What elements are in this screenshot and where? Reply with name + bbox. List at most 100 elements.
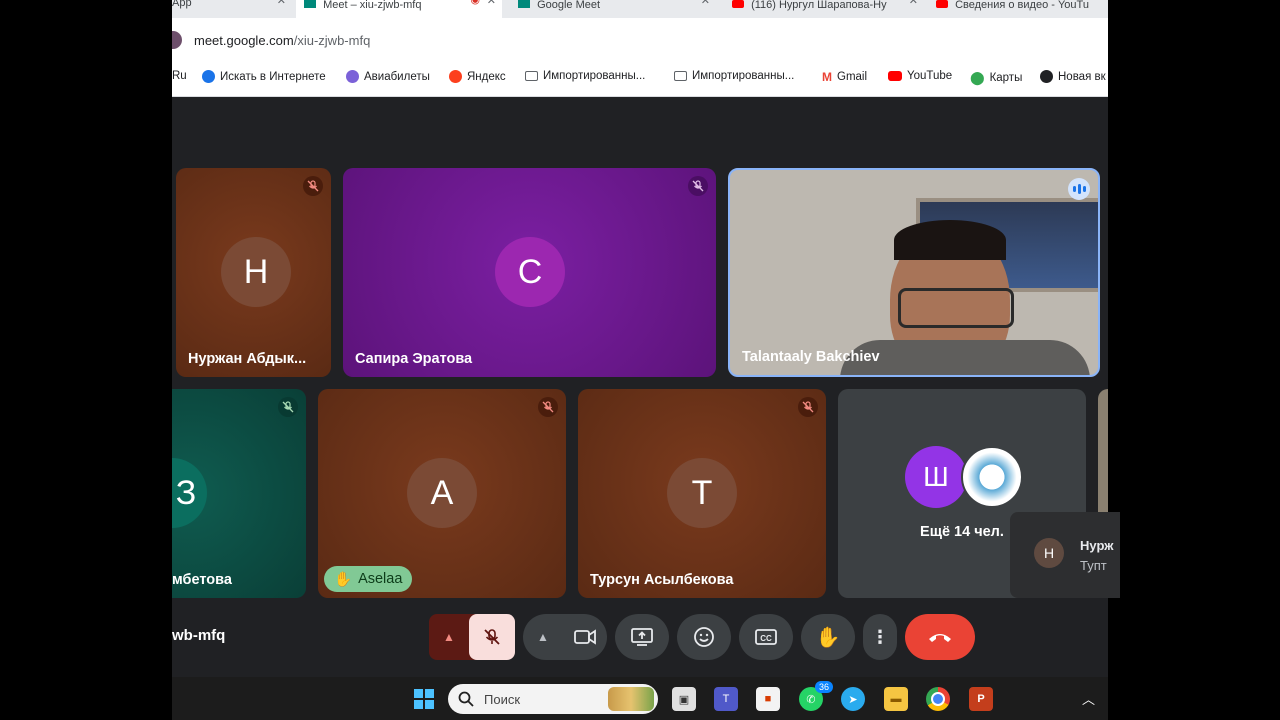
meet-icon xyxy=(518,0,530,8)
folder-icon xyxy=(674,71,687,81)
end-call-button[interactable] xyxy=(905,614,975,660)
office-glyph: ■ xyxy=(764,693,772,705)
powerpoint-icon[interactable]: P xyxy=(969,687,993,711)
meet-icon xyxy=(304,0,316,8)
youtube-icon xyxy=(936,0,948,8)
bookmark-folder-2[interactable]: Импортированны... xyxy=(674,70,794,82)
participant-name: Нуржан Абдык... xyxy=(188,351,307,367)
windows-taskbar: Поиск ▣ T ■ ✆ 36 ➤ ▬ P ︿ xyxy=(172,677,1108,720)
muted-mic-icon xyxy=(538,397,558,417)
participant-tile[interactable]: Н Нуржан Абдык... xyxy=(176,168,331,377)
tab-title: Google Meet xyxy=(537,0,601,11)
avatar: Н xyxy=(221,237,291,307)
bookmark-new[interactable]: Новая вк xyxy=(1040,70,1106,83)
raised-hand-badge: ✋ Aselaa xyxy=(324,566,413,592)
participant-tile[interactable]: Т Турсун Асылбекова xyxy=(578,389,826,598)
more-options-button[interactable]: ⋮ xyxy=(863,614,897,660)
bookmark-label: Яндекс xyxy=(467,70,506,83)
recording-icon: ◉ xyxy=(470,0,480,6)
participant-name: Talantaaly Bakchiev xyxy=(742,349,880,365)
tab-strip: App ✕ Meet – xiu-zjwb-mfq ◉ ✕ Google Mee… xyxy=(172,0,1108,18)
notification-avatar: Н xyxy=(1034,538,1064,568)
bookmark-search[interactable]: Искать в Интернете xyxy=(202,70,326,83)
participant-video-tile[interactable]: Talantaaly Bakchiev xyxy=(728,168,1100,377)
participant-tile[interactable]: З мбетова xyxy=(172,389,306,598)
speaker-glasses xyxy=(898,288,1014,328)
avatar: Ш xyxy=(905,446,967,508)
office-icon[interactable]: ■ xyxy=(756,687,780,711)
hand-icon: ✋ xyxy=(334,571,353,588)
taskbar-search[interactable]: Поиск xyxy=(448,684,658,714)
meet-stage: Н Нуржан Абдык... С Сапира Эратова Talan… xyxy=(172,97,1108,677)
bookmark-folder-1[interactable]: Импортированны... xyxy=(525,70,645,82)
telegram-icon[interactable]: ➤ xyxy=(841,687,865,711)
screen: App ✕ Meet – xiu-zjwb-mfq ◉ ✕ Google Mee… xyxy=(172,0,1108,720)
notification-card[interactable]: Н Нурж Тупт xyxy=(1010,512,1120,598)
tab-title: App xyxy=(172,0,192,9)
bookmark-label: Карты xyxy=(989,72,1023,84)
present-button[interactable] xyxy=(615,614,669,660)
close-icon[interactable]: ✕ xyxy=(909,0,918,7)
youtube-icon xyxy=(732,0,744,8)
tab-google-meet[interactable]: Google Meet ✕ xyxy=(516,0,716,18)
search-icon xyxy=(458,691,474,707)
camera-toggle-button[interactable] xyxy=(563,614,607,660)
windows-start-icon[interactable] xyxy=(412,687,436,711)
bookmark-avia[interactable]: Авиабилеты xyxy=(346,70,430,83)
mic-off-icon xyxy=(484,629,500,645)
mic-options-button[interactable]: ▲ xyxy=(429,614,469,660)
participant-tile[interactable]: А ✋ Aselaa xyxy=(318,389,566,598)
notification-title: Нурж xyxy=(1080,538,1114,553)
tab-youtube-1[interactable]: (116) Нургул Шарапова-Ну ✕ xyxy=(728,0,924,18)
participant-tile[interactable]: С Сапира Эратова xyxy=(343,168,716,377)
reactions-button[interactable] xyxy=(677,614,731,660)
mic-control-group: ▲ xyxy=(429,614,515,660)
speaking-indicator-icon xyxy=(1068,178,1090,200)
bookmark-maps[interactable]: ⬤ Карты xyxy=(970,70,1022,86)
tab-app[interactable]: App ✕ xyxy=(172,0,292,18)
bookmarks-bar: Ru Искать в Интернете Авиабилеты Яндекс … xyxy=(172,62,1108,97)
logo-avatar xyxy=(961,446,1023,508)
tab-meet-active[interactable]: Meet – xiu-zjwb-mfq ◉ ✕ xyxy=(296,0,502,18)
participant-name: мбетова xyxy=(172,572,232,588)
file-explorer-icon[interactable]: ▬ xyxy=(884,687,908,711)
chrome-icon[interactable] xyxy=(926,687,950,711)
teams-icon[interactable]: T xyxy=(714,687,738,711)
address-bar: meet.google.com/xiu-zjwb-mfq xyxy=(172,18,1108,62)
tab-title: Сведения о видео - YouTu xyxy=(955,0,1089,11)
close-icon[interactable]: ✕ xyxy=(701,0,710,7)
url-domain: meet.google.com xyxy=(194,33,294,48)
bookmark-label: YouTube xyxy=(907,70,953,82)
mic-toggle-button[interactable] xyxy=(469,614,515,660)
teams-glyph: T xyxy=(722,693,730,705)
close-icon[interactable]: ✕ xyxy=(277,0,286,7)
camera-control-group: ▲ xyxy=(523,614,607,660)
raise-hand-button[interactable]: ✋ xyxy=(801,614,855,660)
chevron-up-icon[interactable]: ︿ xyxy=(1082,689,1095,708)
tab-youtube-2[interactable]: Сведения о видео - YouTu xyxy=(934,0,1108,18)
bookmark-gmail[interactable]: M Gmail xyxy=(822,70,867,84)
avatar: З xyxy=(172,458,207,528)
avatar: Т xyxy=(667,458,737,528)
close-icon[interactable]: ✕ xyxy=(487,0,496,7)
phone-glyph: ✆ xyxy=(806,693,816,706)
muted-mic-icon xyxy=(303,176,323,196)
participant-name: Турсун Асылбекова xyxy=(590,572,734,588)
url-path: /xiu-zjwb-mfq xyxy=(293,33,371,48)
captions-button[interactable]: CC xyxy=(739,614,793,660)
whatsapp-icon[interactable]: ✆ 36 xyxy=(799,681,833,711)
bookmark-ru[interactable]: Ru xyxy=(172,70,187,82)
present-screen-icon xyxy=(631,628,653,646)
bookmark-yandex[interactable]: Яндекс xyxy=(449,70,506,83)
site-info-icon[interactable] xyxy=(172,31,182,49)
youtube-icon xyxy=(888,71,902,81)
camera-options-button[interactable]: ▲ xyxy=(523,614,563,660)
bookmark-youtube[interactable]: YouTube xyxy=(888,70,952,82)
app-icon[interactable]: ▣ xyxy=(672,687,696,711)
bookmark-label: Ru xyxy=(172,70,187,82)
avatar: С xyxy=(495,237,565,307)
url-field[interactable]: meet.google.com/xiu-zjwb-mfq xyxy=(194,33,370,48)
bookmark-label: Новая вк xyxy=(1058,70,1106,83)
closed-captions-icon: CC xyxy=(755,629,777,645)
camera-icon xyxy=(574,629,596,645)
